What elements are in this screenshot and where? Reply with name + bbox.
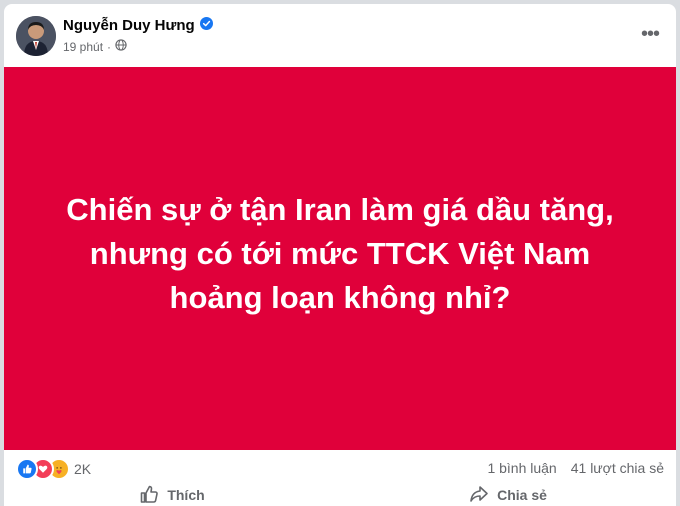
post-image[interactable]: Chiến sự ở tận Iran làm giá dầu tăng, nh… [4, 67, 676, 450]
post-time[interactable]: 19 phút [63, 40, 103, 54]
like-label: Thích [167, 487, 205, 503]
more-dots-icon: ••• [640, 22, 660, 45]
share-button[interactable]: Chia sẻ [340, 482, 676, 506]
thumbs-up-icon [139, 484, 159, 506]
author-name[interactable]: Nguyễn Duy Hưng [63, 17, 213, 34]
shares-count[interactable]: 41 lượt chia sẻ [571, 460, 664, 476]
post-header: Nguyễn Duy Hưng 19 phút · ••• [4, 4, 676, 66]
like-button[interactable]: Thích [4, 482, 340, 506]
share-label: Chia sẻ [497, 487, 547, 503]
share-arrow-icon [469, 484, 489, 506]
more-options-button[interactable]: ••• [638, 22, 662, 46]
globe-icon[interactable] [115, 39, 127, 54]
engagement-counts: 1 bình luận 41 lượt chia sẻ [487, 460, 664, 476]
avatar[interactable] [16, 16, 56, 56]
post-card: Nguyễn Duy Hưng 19 phút · ••• Chiến sự ở… [4, 4, 676, 506]
author-label: Nguyễn Duy Hưng [63, 17, 195, 34]
reactions-summary[interactable]: 2K [16, 458, 91, 480]
reaction-count: 2K [74, 461, 92, 477]
post-meta: 19 phút · [63, 39, 127, 54]
separator-dot: · [107, 39, 112, 54]
like-reaction-icon [16, 458, 38, 480]
verified-badge-icon [199, 17, 213, 34]
post-actions: Thích Chia sẻ [4, 482, 676, 506]
post-image-text: Chiến sự ở tận Iran làm giá dầu tăng, nh… [66, 191, 614, 315]
post-stats: 2K 1 bình luận 41 lượt chia sẻ [4, 452, 676, 482]
comments-count[interactable]: 1 bình luận [487, 460, 556, 476]
